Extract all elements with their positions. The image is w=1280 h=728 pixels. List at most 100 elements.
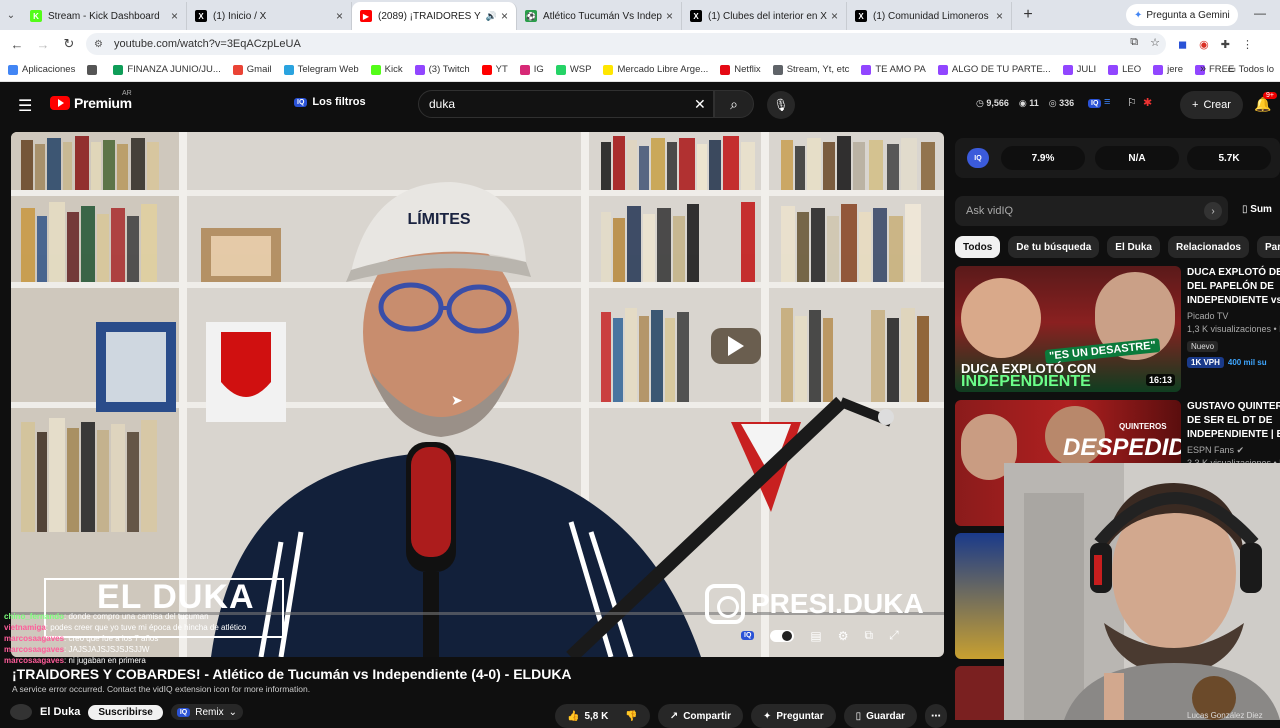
bookmark-item[interactable]: TE AMO PA [861,64,926,75]
chat-username[interactable]: chino_fernando [4,612,64,621]
recommendation-item[interactable]: "ES UN DESASTRE" DUCA EXPLOTÓ CON INDEPE… [955,266,1280,392]
tab-close-icon[interactable]: × [501,9,508,23]
tab-search-chevron-icon[interactable]: ⌄ [0,10,22,21]
autoplay-toggle[interactable] [770,629,795,642]
back-icon[interactable]: ← [4,37,30,52]
browser-tab[interactable]: X (1) Comunidad Limoneros × [847,2,1012,30]
filter-chip[interactable]: De tu búsqueda [1008,236,1100,258]
subscribe-button[interactable]: Suscribirse [88,704,163,720]
bookmark-item[interactable]: WSP [555,64,591,75]
search-input[interactable]: duka [418,90,714,118]
chat-username[interactable]: vietnamiga [4,623,46,632]
summary-button[interactable]: ▯ Sum [1242,204,1272,215]
bookmark-item[interactable]: Mercado Libre Arge... [603,64,708,75]
vidiq-header-icon[interactable]: IQ [1088,96,1102,108]
chat-username[interactable]: marcosaagaves [4,656,64,665]
vidiq-logo-icon[interactable]: IQ [967,148,989,168]
bookmark-item[interactable]: Telegram Web [283,64,359,75]
bookmark-item[interactable]: Stream, Yt, etc [772,64,849,75]
trophy-icon[interactable]: ⚐ [1127,96,1137,109]
new-tab-button[interactable]: + [1016,6,1040,24]
tab-audio-icon[interactable]: 🔊 [486,11,497,22]
ask-button[interactable]: ✦ Preguntar [751,704,836,728]
bookmark-item[interactable]: LEO [1108,64,1141,75]
rec-title-line[interactable]: DUCA EXPLOTÓ DESP [1187,266,1280,280]
bookmark-item[interactable]: Aplicaciones [8,64,75,75]
search-button[interactable]: ⌕ [714,90,754,118]
bookmark-item[interactable]: YT [481,64,508,75]
browser-tab[interactable]: ⚽ Atlético Tucumán Vs Independ × [517,2,682,30]
profile-menu-icon[interactable]: ⋮ [1242,38,1253,51]
bookmark-item[interactable]: JULI [1062,64,1096,75]
more-actions-button[interactable]: ⋯ [925,704,948,728]
ask-vidiq-input[interactable]: Ask vidIQ [955,196,1228,226]
create-button[interactable]: + Crear [1180,91,1243,119]
youtube-logo[interactable]: Premium [50,95,132,111]
ask-vidiq-submit-icon[interactable]: › [1204,202,1222,220]
tab-close-icon[interactable]: × [831,9,838,23]
bookmark-item[interactable]: (3) Twitch [414,64,470,75]
save-button[interactable]: ▯ Guardar [843,704,918,728]
channel-avatar[interactable] [10,704,32,720]
chat-username[interactable]: marcosaagaves [4,634,64,643]
bookmark-item[interactable]: Gmail [232,64,272,75]
reload-icon[interactable]: ↻ [56,36,82,52]
fullscreen-icon[interactable]: ⤢ [889,628,899,643]
recommendation-thumbnail[interactable]: "ES UN DESASTRE" DUCA EXPLOTÓ CON INDEPE… [955,266,1181,392]
bookmarks-overflow-icon[interactable]: » [1200,63,1206,75]
gemini-button[interactable]: ✦ Pregunta a Gemini [1126,4,1238,26]
share-button[interactable]: ↗ Compartir [657,704,743,728]
address-bar[interactable]: ⚙ youtube.com/watch?v=3EqACzpLeUA ⧉ ☆ [86,33,1166,55]
tab-close-icon[interactable]: × [666,9,673,23]
bookmark-item[interactable]: jere [1153,64,1183,75]
filters-button[interactable]: IQ Los filtros [294,96,366,108]
bookmark-item[interactable]: Netflix [720,64,761,75]
miniplayer-icon[interactable]: ⧉ [865,628,874,643]
rec-channel[interactable]: Picado TV [1187,310,1280,323]
settings-gear-icon[interactable]: ⚙ [838,629,849,643]
vidiq-player-icon[interactable]: IQ [741,631,755,640]
browser-tab[interactable]: K Stream - Kick Dashboard × [22,2,187,30]
menu-hamburger-icon[interactable]: ☰ [18,96,32,116]
remix-button[interactable]: IQ Remix ⌄ [170,704,243,720]
filter-chip[interactable]: El Duka [1107,236,1160,258]
bookmark-star-icon[interactable]: ☆ [1150,36,1160,49]
rec-channel[interactable]: ESPN Fans ✔ [1187,444,1280,457]
rec-title-line[interactable]: INDEPENDIENTE | EL [1187,428,1280,442]
chat-username[interactable]: marcosaagaves [4,645,64,654]
tab-close-icon[interactable]: × [171,9,178,23]
filter-chip[interactable]: Para ti [1257,236,1280,258]
filter-chip[interactable]: Relacionados [1167,236,1249,258]
browser-tab[interactable]: X (1) Clubes del interior en X: " × [682,2,847,30]
tab-close-icon[interactable]: × [336,9,343,23]
bookmark-item[interactable]: ALGO DE TU PARTE... [937,64,1051,75]
browser-tab[interactable]: X (1) Inicio / X × [187,2,352,30]
bookmark-item[interactable]: Kick [370,64,403,75]
browser-tab[interactable]: ▶ (2089) ¡TRAIDORES Y COBA 🔊 × [352,2,517,30]
bookmark-item[interactable] [87,64,101,75]
video-player[interactable]: LÍMITES EL DUKA PRESI.DUKA ➤ IQ ▤ ⚙ ⧉ ⤢ [11,132,944,657]
rec-title-line[interactable]: INDEPENDIENTE vs ... [1187,294,1280,308]
like-button[interactable]: 👍 5,8 K 👎 [555,704,650,728]
extensions-puzzle-icon[interactable]: ✚ [1221,38,1230,51]
extension-icon-2[interactable]: ◉ [1199,38,1209,51]
rec-title-line[interactable]: DE SER EL DT DE [1187,414,1280,428]
alert-icon[interactable]: ✱ [1143,96,1152,109]
subtitles-icon[interactable]: ▤ [810,629,821,643]
window-minimize-button[interactable]: — [1254,6,1266,20]
install-icon[interactable]: ⧉ [1130,36,1138,49]
forward-icon[interactable]: → [30,37,56,52]
list-icon[interactable]: ≡ [1104,96,1110,108]
recommendation-thumbnail-partial[interactable] [955,533,1005,659]
rec-title-line[interactable]: GUSTAVO QUINTERO [1187,400,1280,414]
extension-icon-1[interactable]: ◼ [1178,38,1187,51]
voice-search-mic-icon[interactable]: 🎙 [767,91,795,119]
recommendation-thumbnail-partial[interactable] [955,666,1005,720]
clear-search-icon[interactable]: ✕ [694,96,706,113]
filter-chip[interactable]: Todos [955,236,1001,258]
bookmark-item[interactable]: IG [519,64,544,75]
tab-close-icon[interactable]: × [996,9,1003,23]
site-info-icon[interactable]: ⚙ [94,39,108,50]
bookmark-item[interactable]: FINANZA JUNIO/JU... [113,64,221,75]
all-bookmarks[interactable]: ▭ Todos lo [1227,64,1274,75]
